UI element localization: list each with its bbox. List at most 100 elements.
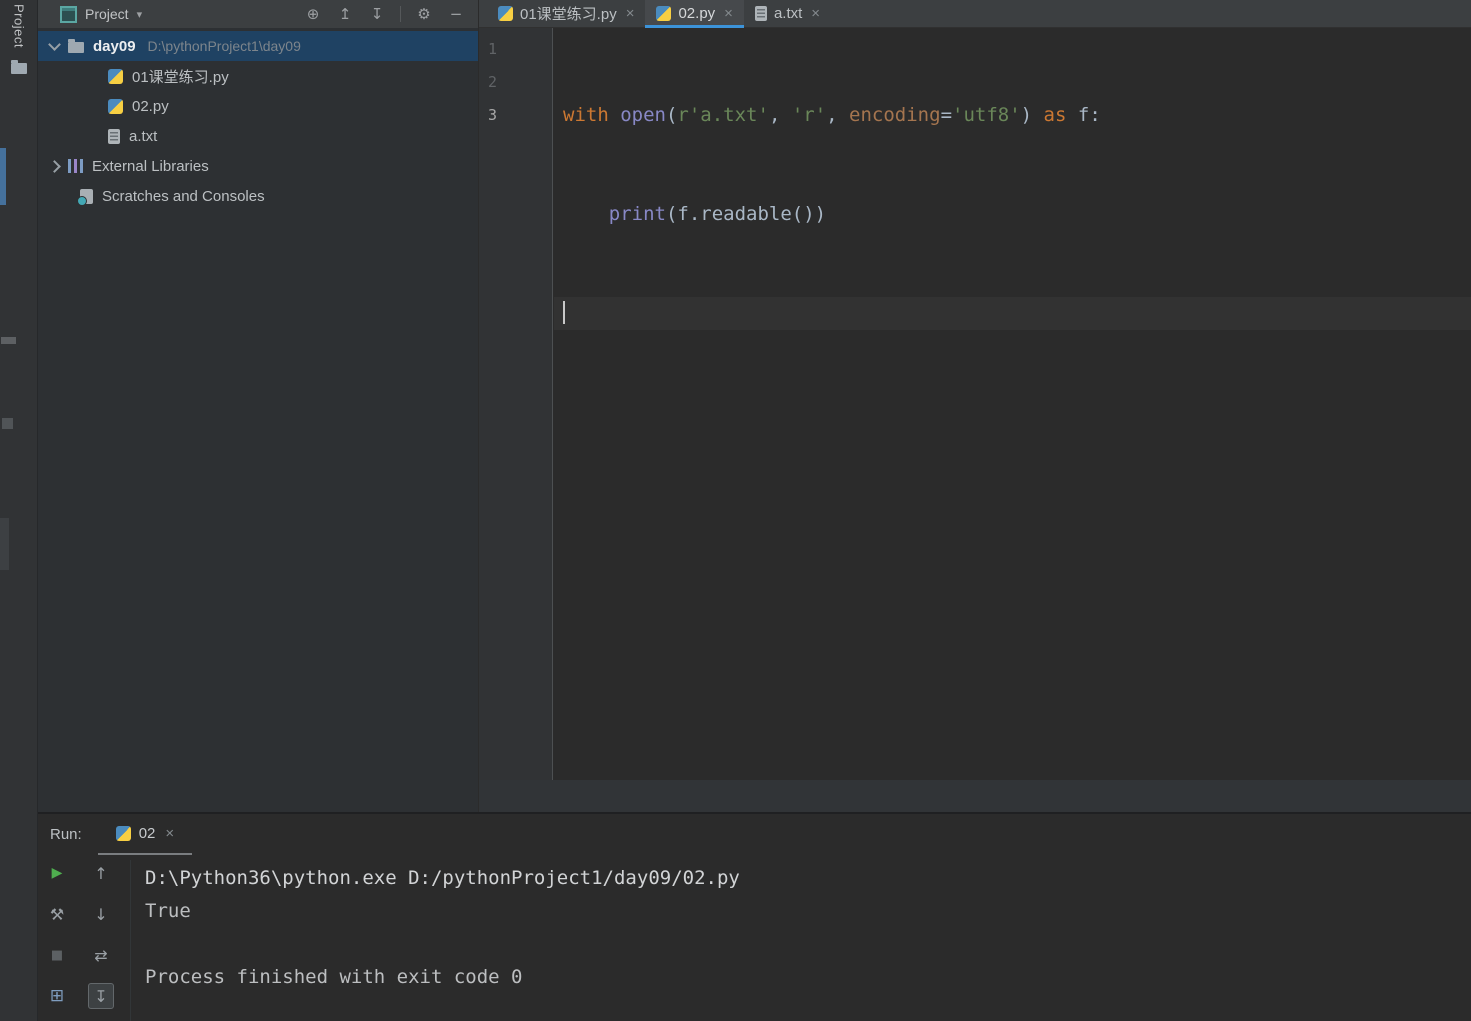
line-number: 1 [488, 40, 498, 58]
code-area[interactable]: with open(r'a.txt', 'r', encoding='utf8'… [554, 33, 1471, 780]
editor-tab-1[interactable]: 01课堂练习.py × [487, 0, 645, 27]
python-file-icon [115, 826, 131, 841]
run-toolbar-primary: ▶ ⚒ ■ ⊞ [44, 860, 70, 1009]
editor-tab-bar: 01课堂练习.py × 02.py × a.txt × [479, 0, 1471, 28]
python-file-icon [498, 6, 513, 21]
tree-item-file-3[interactable]: a.txt [38, 121, 478, 151]
close-icon[interactable]: × [811, 5, 820, 22]
collapse-all-icon[interactable]: ↥ [333, 5, 357, 23]
project-view-selector[interactable]: Project [85, 6, 129, 22]
code-line-1: with open(r'a.txt', 'r', encoding='utf8'… [554, 99, 1471, 132]
editor-gutter[interactable]: 1 2 3 [479, 28, 553, 780]
code-token: open [620, 104, 666, 126]
locate-file-icon[interactable]: ⊕ [301, 5, 325, 23]
run-tab-02[interactable]: 02 × [97, 814, 193, 855]
up-arrow-icon: ↑ [94, 863, 108, 883]
tree-item-day09[interactable]: day09 D:\pythonProject1\day09 [38, 31, 478, 61]
code-token: 'r' [791, 104, 827, 126]
project-stripe-label: Project [11, 4, 27, 48]
soft-wrap-button[interactable]: ⇄ [88, 942, 114, 968]
project-tool-window: Project ▾ ⊕ ↥ ↧ ⚙ − day09 D:\pythonProje… [38, 0, 478, 812]
text-file-icon [754, 6, 767, 21]
chevron-collapsed-icon[interactable] [48, 159, 61, 173]
close-icon[interactable]: × [724, 5, 733, 22]
project-folder-icon[interactable] [11, 60, 27, 74]
wrench-icon: ⚒ [49, 904, 65, 924]
code-token: = [940, 104, 953, 126]
play-icon: ▶ [51, 865, 63, 881]
rerun-button[interactable]: ▶ [44, 860, 70, 886]
project-window-icon [60, 5, 77, 23]
python-file-icon [108, 68, 123, 84]
tab-label: a.txt [773, 5, 803, 22]
tree-item-label: 01课堂练习.py [132, 68, 229, 86]
tree-item-label: 02.py [132, 97, 169, 115]
close-icon[interactable]: × [165, 825, 174, 842]
line-number: 2 [488, 73, 498, 91]
code-line-2: print(f.readable()) [554, 198, 1471, 231]
libraries-icon [68, 159, 83, 173]
tree-item-external-libraries[interactable]: External Libraries [38, 151, 478, 181]
editor-tab-2-active[interactable]: 02.py × [645, 0, 745, 28]
left-tool-window-bar: Project [0, 0, 38, 1021]
text-file-icon [108, 128, 120, 144]
code-token: ( [665, 104, 678, 126]
console-line: True [145, 900, 191, 922]
code-token: as [1043, 104, 1067, 126]
python-file-icon [108, 98, 123, 114]
grid-icon: ⊞ [49, 986, 65, 1006]
code-token: with [563, 104, 621, 126]
run-tab-label: 02 [138, 825, 156, 842]
run-settings-button[interactable]: ⚒ [44, 901, 70, 927]
restore-layout-button[interactable]: ⊞ [44, 983, 70, 1009]
scroll-to-end-icon: ↧ [94, 986, 108, 1006]
tree-item-label: a.txt [129, 127, 158, 145]
background-artifact [0, 148, 6, 205]
tree-item-label: day09 [93, 37, 136, 55]
run-tool-window: Run: 02 × ▶ ⚒ ■ ⊞ ↑ ↓ ⇄ ↧ D:\Python36\py… [38, 812, 1471, 1021]
console-output[interactable]: D:\Python36\python.exe D:/pythonProject1… [130, 860, 1471, 1021]
tree-item-path: D:\pythonProject1\day09 [147, 38, 301, 54]
code-token: (f.readable()) [665, 203, 827, 225]
tab-label: 01课堂练习.py [520, 6, 617, 23]
line-number-current: 3 [488, 106, 498, 124]
expand-all-icon[interactable]: ↧ [365, 5, 389, 23]
code-token: , [826, 104, 850, 126]
code-token: f: [1066, 104, 1101, 126]
tree-item-scratches[interactable]: Scratches and Consoles [38, 181, 478, 211]
run-panel-title: Run: [50, 826, 82, 843]
code-token: 'utf8' [952, 104, 1021, 126]
console-line: D:\Python36\python.exe D:/pythonProject1… [145, 867, 740, 889]
close-icon[interactable]: × [626, 5, 635, 22]
stop-button[interactable]: ■ [44, 942, 70, 968]
run-toolbar-secondary: ↑ ↓ ⇄ ↧ [88, 860, 114, 1009]
editor-area: 01课堂练习.py × 02.py × a.txt × 1 2 3 with o… [479, 0, 1471, 812]
up-stack-trace-button[interactable]: ↑ [88, 860, 114, 886]
stop-icon: ■ [50, 947, 64, 963]
header-divider [400, 6, 401, 22]
code-token: print [608, 203, 666, 225]
tree-item-file-2[interactable]: 02.py [38, 91, 478, 121]
code-token: encoding [849, 104, 941, 126]
tree-item-file-1[interactable]: 01课堂练习.py [38, 61, 478, 91]
python-file-icon [656, 6, 672, 21]
tab-label: 02.py [678, 5, 716, 22]
background-artifact [0, 518, 9, 570]
chevron-expanded-icon[interactable] [48, 37, 61, 51]
console-line: Process finished with exit code 0 [145, 966, 523, 988]
chevron-down-icon[interactable]: ▾ [137, 8, 143, 21]
background-artifact [1, 337, 16, 344]
scratches-icon [77, 188, 93, 206]
hide-panel-icon[interactable]: − [444, 5, 468, 23]
settings-gear-icon[interactable]: ⚙ [412, 5, 436, 23]
project-stripe-button[interactable]: Project [0, 0, 38, 54]
horizontal-scrollbar-track[interactable] [479, 780, 1471, 812]
folder-icon [68, 39, 84, 53]
scroll-to-end-button[interactable]: ↧ [88, 983, 114, 1009]
code-line-3-current [554, 297, 1471, 330]
tree-item-label: Scratches and Consoles [102, 187, 265, 205]
editor-tab-3[interactable]: a.txt × [744, 0, 831, 27]
down-stack-trace-button[interactable]: ↓ [88, 901, 114, 927]
